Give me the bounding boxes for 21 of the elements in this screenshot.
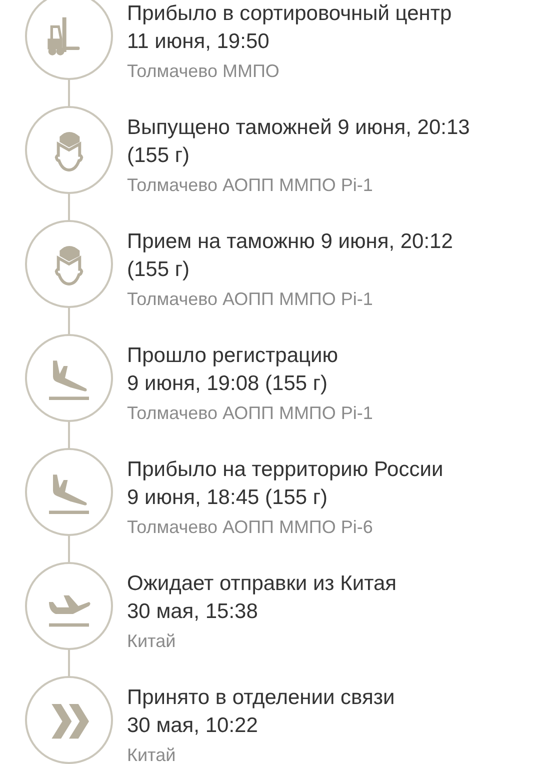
event-location: Толмачево АОПП ММПО Pi-1: [127, 402, 373, 425]
event-date: (155 г): [127, 143, 191, 169]
event-title: Прием на таможню 9 июня, 20:12: [127, 229, 453, 255]
event-title: Выпущено таможней 9 июня, 20:13: [127, 115, 470, 141]
event-date: 9 июня, 19:08 (155 г): [127, 371, 329, 397]
event-date: 11 июня, 19:50: [127, 29, 270, 55]
event-date: 30 мая, 15:38: [127, 599, 259, 625]
event-location: Толмачево АОПП ММПО Pi-6: [127, 516, 374, 539]
event-location: Китай: [127, 630, 177, 653]
event-date: 9 июня, 18:45 (155 г): [127, 485, 329, 511]
event-title: Принято в отделении связи: [127, 685, 395, 711]
event-date: (155 г): [127, 257, 191, 283]
event-location: Толмачево АОПП ММПО Pi-1: [127, 288, 374, 311]
event-location: Толмачево ММПО: [127, 60, 280, 83]
event-location: Китай: [127, 744, 177, 764]
event-location: Толмачево АОПП ММПО Pi-1: [127, 174, 374, 197]
event-title: Прибыло на территорию России: [127, 457, 444, 483]
event-title: Прибыло в сортировочный центр: [127, 1, 452, 27]
event-title: Ожидает отправки из Китая: [127, 571, 397, 597]
event-date: 30 мая, 10:22: [127, 713, 259, 739]
event-title: Прошло регистрацию: [127, 343, 340, 369]
